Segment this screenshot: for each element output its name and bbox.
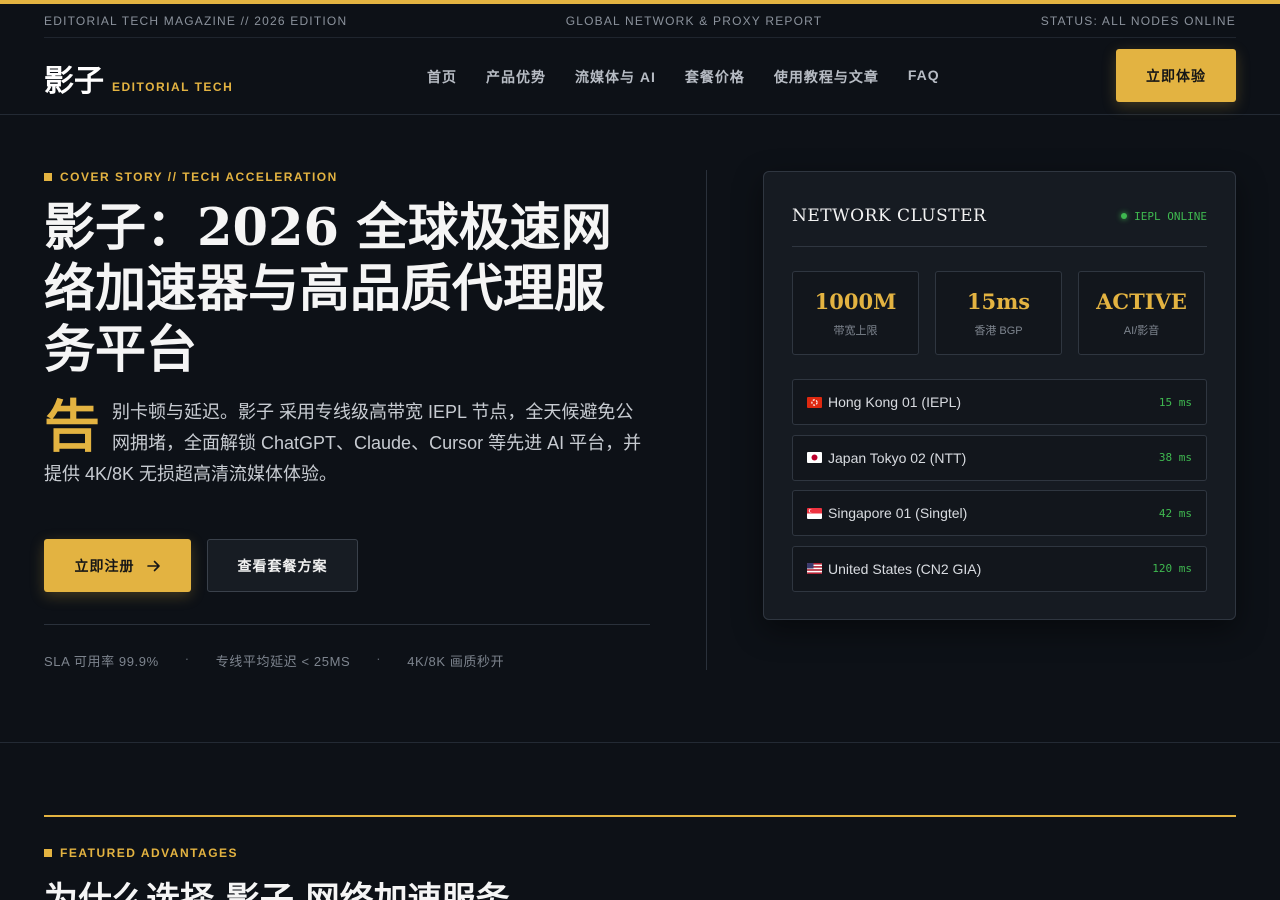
node-name: Japan Tokyo 02 (NTT) xyxy=(828,449,967,466)
panel-title: NETWORK CLUSTER xyxy=(792,206,987,226)
nav-home[interactable]: 首页 xyxy=(427,67,457,87)
stat-latency: 专线平均延迟 < 25MS xyxy=(215,654,351,669)
node-latency: 120 ms xyxy=(1152,562,1192,575)
metric-label: 香港 BGP xyxy=(974,324,1023,337)
metric-label: AI/影音 xyxy=(1123,324,1160,337)
logo[interactable]: 影子 EDITORIAL TECH xyxy=(44,56,233,100)
metric-bandwidth: 1000M 带宽上限 xyxy=(792,271,919,355)
hero-kicker-text: COVER STORY // TECH ACCELERATION xyxy=(60,170,338,184)
panel-divider xyxy=(792,246,1207,247)
node-name: Singapore 01 (Singtel) xyxy=(828,505,968,521)
node-item-united-states[interactable]: United States (CN2 GIA) 120 ms xyxy=(792,545,1207,592)
metric-value: 1000M xyxy=(814,288,897,314)
metric-value: ACTIVE xyxy=(1096,288,1187,314)
hero-description: 告 别卡顿与延迟。影子 采用专线级高带宽 IEPL 节点，全天候避免公网拥堵，全… xyxy=(44,397,650,490)
edition-label: EDITORIAL TECH MAGAZINE // 2026 EDITION xyxy=(44,13,348,28)
status-badge: IEPL ONLINE xyxy=(1121,210,1207,223)
hero-buttons: 立即注册 查看套餐方案 xyxy=(44,539,358,592)
metric-value: 15ms xyxy=(966,288,1031,314)
hero-title: 影子：2026 全球极速网络加速器与高品质代理服务平台 xyxy=(44,198,612,380)
register-button-label: 立即注册 xyxy=(74,557,135,574)
node-latency: 15 ms xyxy=(1158,395,1192,409)
logo-subtitle: EDITORIAL TECH xyxy=(112,80,234,94)
hero-section: COVER STORY // TECH ACCELERATION 影子：2026… xyxy=(44,170,650,669)
arrow-right-icon xyxy=(146,560,160,571)
metric-latency: 15ms 香港 BGP xyxy=(935,271,1062,355)
node-item-japan[interactable]: Japan Tokyo 02 (NTT) 38 ms xyxy=(792,434,1207,481)
kicker-square-icon xyxy=(44,849,52,857)
register-button[interactable]: 立即注册 xyxy=(44,539,191,592)
main-nav: 首页 产品优势 流媒体与 AI 套餐价格 使用教程与文章 FAQ xyxy=(427,67,940,87)
drop-cap: 告 xyxy=(44,394,100,460)
try-now-button[interactable]: 立即体验 xyxy=(1116,49,1236,102)
section-kicker: FEATURED ADVANTAGES xyxy=(44,846,238,860)
node-name: Hong Kong 01 (IEPL) xyxy=(828,394,962,410)
stat-quality: 4K/8K 画质秒开 xyxy=(407,654,505,669)
us-flag-icon xyxy=(807,563,822,574)
node-latency: 42 ms xyxy=(1158,506,1192,520)
nav-advantages[interactable]: 产品优势 xyxy=(486,67,546,87)
sg-flag-icon xyxy=(807,507,822,519)
section-kicker-text: FEATURED ADVANTAGES xyxy=(60,846,239,860)
hk-flag-icon xyxy=(807,396,822,408)
stat-separator: · xyxy=(376,651,382,666)
section-title: 为什么选择 影子 网络加速服务 xyxy=(44,880,510,900)
stat-sla: SLA 可用率 99.9% xyxy=(44,654,159,669)
node-item-singapore[interactable]: Singapore 01 (Singtel) 42 ms xyxy=(792,490,1207,536)
hero-kicker: COVER STORY // TECH ACCELERATION xyxy=(44,170,650,184)
nav-faq[interactable]: FAQ xyxy=(908,67,940,87)
hero-description-text: 别卡顿与延迟。影子 采用专线级高带宽 IEPL 节点，全天候避免公网拥堵，全面解… xyxy=(44,402,642,484)
metric-ai-media: ACTIVE AI/影音 xyxy=(1078,271,1205,355)
node-name: United States (CN2 GIA) xyxy=(828,560,982,577)
metric-label: 带宽上限 xyxy=(833,324,878,337)
vertical-divider xyxy=(706,170,707,670)
hero-stats: SLA 可用率 99.9% · 专线平均延迟 < 25MS · 4K/8K 画质… xyxy=(44,651,504,670)
status-text: IEPL ONLINE xyxy=(1134,209,1207,223)
nav-streaming-ai[interactable]: 流媒体与 AI xyxy=(575,67,656,87)
node-list: Hong Kong 01 (IEPL) 15 ms Japan Tokyo 02… xyxy=(792,379,1207,601)
section-accent-rule xyxy=(44,815,1236,817)
site-header: 影子 EDITORIAL TECH 首页 产品优势 流媒体与 AI 套餐价格 使… xyxy=(0,38,1280,115)
node-latency: 38 ms xyxy=(1158,451,1192,464)
online-indicator-icon xyxy=(1121,213,1128,219)
top-info-bar: EDITORIAL TECH MAGAZINE // 2026 EDITION … xyxy=(44,4,1236,38)
view-plans-button[interactable]: 查看套餐方案 xyxy=(207,539,358,592)
jp-flag-icon xyxy=(807,452,822,463)
stat-separator: · xyxy=(184,651,190,666)
network-cluster-panel: NETWORK CLUSTER IEPL ONLINE 1000M 带宽上限 1… xyxy=(763,171,1236,620)
logo-text: 影子 xyxy=(44,64,104,99)
report-label: GLOBAL NETWORK & PROXY REPORT xyxy=(565,13,823,28)
section-divider xyxy=(0,742,1280,743)
node-item-hong-kong[interactable]: Hong Kong 01 (IEPL) 15 ms xyxy=(792,379,1207,425)
metrics-row: 1000M 带宽上限 15ms 香港 BGP ACTIVE AI/影音 xyxy=(792,271,1205,355)
hero-divider xyxy=(44,624,650,625)
panel-header: NETWORK CLUSTER IEPL ONLINE xyxy=(792,206,1207,226)
nav-pricing[interactable]: 套餐价格 xyxy=(685,67,745,87)
nav-tutorials[interactable]: 使用教程与文章 xyxy=(774,67,879,87)
kicker-square-icon xyxy=(44,173,52,181)
status-label: STATUS: ALL NODES ONLINE xyxy=(1040,13,1236,28)
